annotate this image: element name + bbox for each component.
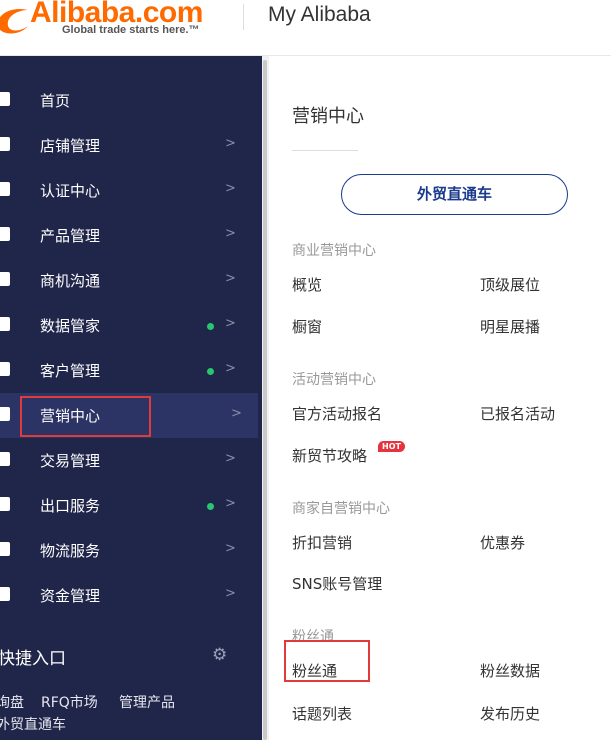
sidebar-item[interactable]: 数据管家 > [0, 303, 258, 348]
highlight-annotation [20, 396, 151, 437]
page-title: My Alibaba [268, 3, 371, 26]
link-showcase[interactable]: 橱窗 [292, 316, 322, 337]
chevron-right-icon: > [225, 586, 236, 601]
link-topic-list[interactable]: 话题列表 [292, 703, 352, 724]
p4p-button[interactable]: 外贸直通车 [341, 174, 568, 215]
sidebar-item-label: 客户管理 [40, 362, 101, 380]
document-icon [0, 452, 10, 466]
sidebar-item[interactable]: 交易管理 > [0, 438, 258, 483]
scrollbar-thumb[interactable] [263, 60, 267, 740]
section-heading-self-marketing: 商家自营销中心 [292, 501, 390, 517]
sidebar-item-label: 物流服务 [40, 542, 101, 560]
bank-icon [0, 587, 10, 601]
chevron-right-icon: > [225, 361, 236, 376]
users-icon [0, 362, 10, 376]
sidebar-item[interactable]: 资金管理 > [0, 573, 258, 618]
sidebar-item-label: 认证中心 [40, 182, 101, 200]
truck-icon [0, 542, 10, 556]
sidebar-item[interactable]: 客户管理 > [0, 348, 258, 393]
header-divider [243, 4, 244, 30]
chat-icon [0, 272, 10, 286]
sidebar-item[interactable]: 认证中心 > [0, 168, 258, 213]
top-header: Alibaba.com Global trade starts here.™ M… [0, 0, 611, 56]
share-icon [0, 407, 10, 421]
link-top-booth[interactable]: 顶级展位 [480, 274, 540, 295]
bar-chart-icon [0, 317, 10, 331]
quick-link-manage-products[interactable]: 管理产品 [119, 692, 175, 712]
sidebar-item-label: 出口服务 [40, 497, 101, 515]
sidebar-item-label: 数据管家 [40, 317, 101, 335]
sidebar-item-label: 资金管理 [40, 587, 101, 605]
sidebar-item-label: 商机沟通 [40, 272, 101, 290]
link-fans-data[interactable]: 粉丝数据 [480, 660, 540, 681]
product-icon [0, 227, 10, 241]
link-trade-festival-guide[interactable]: 新贸节攻略 [292, 445, 367, 466]
sidebar-item-label: 店铺管理 [40, 137, 101, 155]
section-title: 营销中心 [292, 106, 364, 127]
quick-link-rfq[interactable]: RFQ市场 [41, 692, 98, 712]
gear-icon[interactable]: ⚙ [212, 645, 227, 665]
sidebar-item-label: 交易管理 [40, 452, 101, 470]
hot-badge: HOT [378, 441, 405, 452]
store-icon [0, 137, 10, 151]
sidebar-item[interactable]: 店铺管理 > [0, 123, 258, 168]
sidebar-item[interactable]: 出口服务 > [0, 483, 258, 528]
highlight-annotation-fans [284, 640, 370, 682]
link-publish-history[interactable]: 发布历史 [480, 703, 540, 724]
alibaba-swirl-icon [0, 9, 28, 34]
chevron-right-icon: > [225, 496, 236, 511]
sidebar-item-label: 产品管理 [40, 227, 101, 245]
quick-link-p4p[interactable]: 外贸直通车 [0, 714, 66, 734]
chevron-right-icon: > [225, 136, 236, 151]
link-overview[interactable]: 概览 [292, 274, 322, 295]
sidebar-item[interactable]: 物流服务 > [0, 528, 258, 573]
globe-icon [0, 497, 10, 511]
section-heading-business: 商业营销中心 [292, 243, 376, 259]
home-icon [0, 92, 10, 106]
quick-link-inquiry[interactable]: 询盘 [0, 692, 24, 712]
link-coupons[interactable]: 优惠券 [480, 532, 525, 553]
link-sns-account[interactable]: SNS账号管理 [292, 573, 382, 594]
chevron-right-icon: > [225, 316, 236, 331]
sidebar-item[interactable]: 首页 [0, 78, 258, 123]
quick-access-title: 快捷入口 [0, 649, 66, 669]
status-dot [207, 368, 214, 375]
sidebar-item-label: 首页 [40, 92, 71, 110]
chevron-right-icon: > [231, 406, 242, 421]
chevron-right-icon: > [225, 271, 236, 286]
status-dot [207, 323, 214, 330]
sidebar-item[interactable]: 产品管理 > [0, 213, 258, 258]
link-star-show[interactable]: 明星展播 [480, 316, 540, 337]
section-heading-activity: 活动营销中心 [292, 372, 376, 388]
link-registered-activities[interactable]: 已报名活动 [480, 403, 555, 424]
logo-tagline: Global trade starts here.™ [62, 24, 200, 36]
chevron-right-icon: > [225, 181, 236, 196]
chevron-right-icon: > [225, 541, 236, 556]
title-underline [292, 150, 358, 151]
shield-icon [0, 182, 10, 196]
chevron-right-icon: > [225, 226, 236, 241]
status-dot [207, 503, 214, 510]
link-official-activity-signup[interactable]: 官方活动报名 [292, 403, 382, 424]
link-discount-marketing[interactable]: 折扣营销 [292, 532, 352, 553]
sidebar-item[interactable]: 商机沟通 > [0, 258, 258, 303]
chevron-right-icon: > [225, 451, 236, 466]
